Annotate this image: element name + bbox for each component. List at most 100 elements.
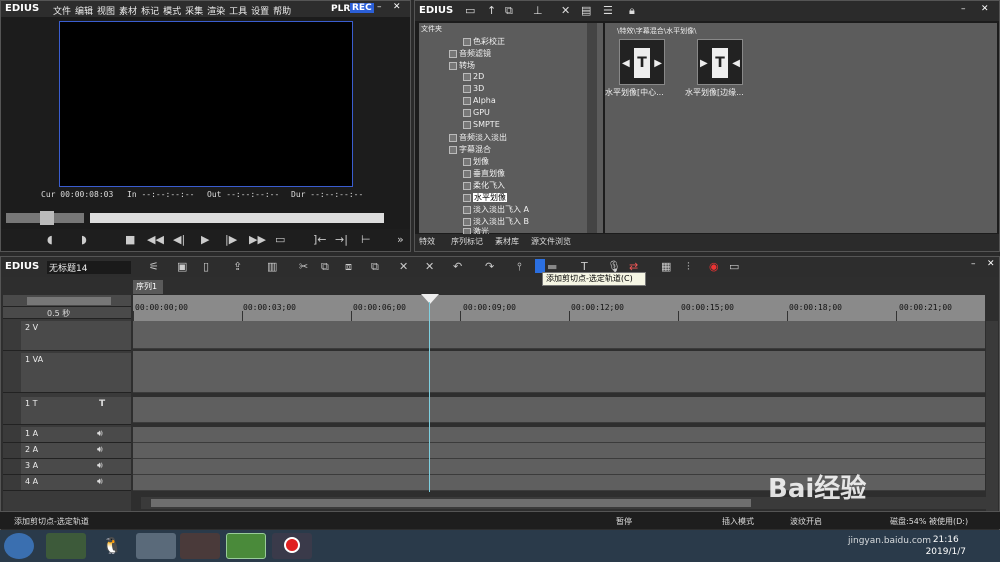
sequence-tab[interactable]: 序列1 [133, 280, 163, 294]
explorer-icon[interactable] [136, 533, 176, 559]
track-header-1va[interactable]: 1 VA [3, 353, 131, 393]
stop-icon[interactable]: ■ [125, 233, 135, 246]
up-folder-icon[interactable]: ↑ [487, 4, 496, 17]
plr-button[interactable]: PLR [331, 4, 350, 14]
tree-item[interactable]: 音频淡入淡出 [449, 132, 507, 143]
playhead-handle[interactable] [421, 294, 439, 304]
add-icon[interactable]: ⊥ [533, 4, 543, 17]
tree-item[interactable]: SMPTE [463, 120, 500, 129]
time-ruler[interactable]: 00:00:00;00 00:00:03;00 00:00:06;00 00:0… [133, 295, 985, 321]
menu-item[interactable]: 素材 [119, 7, 137, 17]
step-forward-icon[interactable]: |▶ [225, 233, 237, 246]
menu-item[interactable]: 视图 [97, 7, 115, 17]
start-button[interactable] [4, 533, 34, 559]
tree-item-selected[interactable]: 水平划像 [463, 192, 507, 203]
recorder-icon[interactable] [272, 533, 312, 559]
menu-item[interactable]: 标记 [141, 7, 159, 17]
horizontal-scroll-thumb[interactable] [151, 499, 751, 507]
clock[interactable]: 21:16 2019/1/7 [926, 534, 966, 558]
menu-item[interactable]: 渲染 [207, 7, 225, 17]
grid-icon[interactable]: ▦ [661, 260, 671, 273]
mixer-icon[interactable]: ⫶ [687, 260, 690, 274]
position-bar[interactable] [90, 213, 384, 223]
tree-item[interactable]: 转场 [449, 60, 475, 71]
track-lane-1va[interactable] [133, 351, 985, 393]
app-launcher-icon[interactable] [46, 533, 86, 559]
menu-item[interactable]: 编辑 [75, 7, 93, 17]
replace-icon[interactable]: ⧉ [371, 260, 379, 274]
tab-bin[interactable]: 素材库 [495, 236, 519, 247]
speaker-icon[interactable]: 🔊︎ [97, 445, 103, 455]
set-out-icon[interactable]: ◗ [81, 233, 87, 246]
tab-sequence-markers[interactable]: 序列标记 [451, 236, 483, 247]
razor-icon[interactable]: ⫯ [517, 260, 522, 274]
list-icon[interactable]: ☰ [603, 4, 613, 17]
close-icon[interactable]: ✕ [981, 4, 989, 14]
track-header-2v[interactable]: 2 V [3, 321, 131, 351]
track-header-1t[interactable]: 1 T T [3, 397, 131, 425]
track-lane-2v[interactable] [133, 321, 985, 349]
zoom-slider[interactable] [27, 297, 111, 305]
track-header-2a[interactable]: 2 A 🔊︎ [3, 443, 131, 459]
menu-item[interactable]: 文件 [53, 7, 71, 17]
layout-icon[interactable]: ▭ [729, 260, 739, 273]
effect-thumb[interactable]: ◀ T ▶ [619, 39, 665, 85]
qq-icon[interactable]: 🐧 [92, 533, 132, 559]
cut-icon[interactable]: ✂ [299, 260, 308, 273]
tree-item[interactable]: GPU [463, 108, 490, 117]
shuttle-handle[interactable] [40, 211, 54, 225]
vertical-scrollbar[interactable] [986, 321, 998, 511]
tree-scrollbar[interactable] [587, 23, 597, 233]
delete-icon[interactable]: ✕ [561, 4, 570, 17]
view-icon[interactable]: ▤ [581, 4, 591, 17]
tree-item[interactable]: 划像 [463, 156, 489, 167]
minimize-icon[interactable]: – [971, 259, 976, 269]
menu-item[interactable]: 采集 [185, 7, 203, 17]
close-icon[interactable]: ✕ [987, 259, 995, 269]
tree-item[interactable]: 淡入淡出飞入 A [463, 204, 529, 215]
speaker-icon[interactable]: 🔊︎ [97, 477, 103, 487]
folder-icon[interactable]: ▭ [465, 4, 475, 17]
track-header-3a[interactable]: 3 A 🔊︎ [3, 459, 131, 475]
paste-icon[interactable]: ⧈ [345, 260, 352, 274]
tree-item[interactable]: Alpha [463, 96, 496, 105]
track-lane-1a[interactable] [133, 427, 985, 443]
set-in-icon[interactable]: ◖ [47, 233, 53, 246]
menu-item[interactable]: 模式 [163, 7, 181, 17]
tree-item[interactable]: 柔化飞入 [463, 180, 505, 191]
track-lane-2a[interactable] [133, 443, 985, 459]
insert-icon[interactable]: ]← [313, 233, 327, 246]
settings-icon[interactable]: ◉ [709, 260, 719, 273]
play-icon[interactable]: ▶ [201, 233, 209, 246]
tree-item[interactable]: 垂直划像 [463, 168, 505, 179]
menu-item[interactable]: 设置 [251, 7, 269, 17]
open-icon[interactable]: ⇪ [233, 260, 242, 273]
track-header-4a[interactable]: 4 A 🔊︎ [3, 475, 131, 491]
track-lane-1t[interactable] [133, 397, 985, 423]
tab-source-browser[interactable]: 源文件浏览 [531, 236, 571, 247]
step-back-icon[interactable]: ◀| [173, 233, 185, 246]
ripple-delete-icon[interactable]: ✕ [425, 260, 434, 273]
copy-icon[interactable]: ⧉ [321, 260, 329, 274]
redo-icon[interactable]: ↷ [485, 260, 494, 273]
minimize-icon[interactable]: – [377, 2, 382, 12]
replace-icon[interactable]: ⊢ [361, 233, 371, 246]
new-icon[interactable]: ▯ [203, 260, 209, 273]
capture-icon[interactable]: ▣ [177, 260, 187, 273]
copy-icon[interactable]: ⧉ [505, 4, 513, 18]
track-header-1a[interactable]: 1 A 🔊︎ [3, 427, 131, 443]
more-icon[interactable]: » [397, 233, 404, 246]
toolbar-icon[interactable]: ⚟ [149, 260, 159, 273]
minimize-icon[interactable]: – [961, 4, 966, 14]
close-icon[interactable]: ✕ [393, 2, 401, 12]
speaker-icon[interactable]: 🔊︎ [97, 461, 103, 471]
rewind-icon[interactable]: ◀◀ [147, 233, 164, 246]
effect-thumb[interactable]: ▶ T ◀ [697, 39, 743, 85]
rec-button[interactable]: REC [350, 3, 374, 13]
menu-item[interactable]: 工具 [229, 7, 247, 17]
edius-taskbar-icon[interactable] [226, 533, 266, 559]
delete-icon[interactable]: ✕ [399, 260, 408, 273]
tree-item[interactable]: 音频滤镜 [449, 48, 491, 59]
firefox-icon[interactable] [180, 533, 220, 559]
overwrite-icon[interactable]: →| [335, 233, 348, 246]
